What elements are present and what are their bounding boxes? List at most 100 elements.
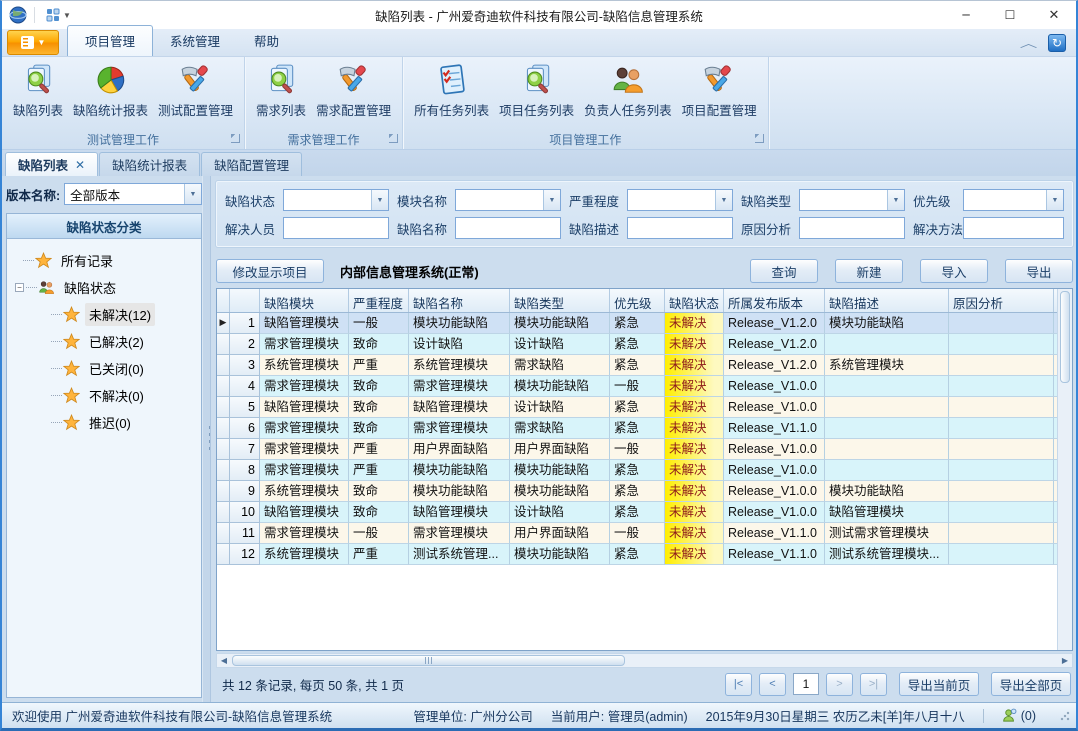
defect-status-cell: 未解决 (665, 439, 724, 460)
table-row[interactable]: 2 需求管理模块 致命 设计缺陷 设计缺陷 紧急 未解决 Release_V1.… (217, 334, 1057, 355)
resolver-filter-input[interactable] (283, 217, 389, 239)
tree-item-defect-status[interactable]: − 缺陷状态 (13, 274, 197, 301)
table-row[interactable]: 4 需求管理模块 致命 需求管理模块 模块功能缺陷 一般 未解决 Release… (217, 376, 1057, 397)
all-tasks-button[interactable]: 所有任务列表 (409, 61, 494, 121)
column-header[interactable]: 严重程度 (349, 289, 409, 312)
tree-item-all-records[interactable]: 所有记录 (13, 247, 197, 274)
row-number: 3 (230, 355, 260, 376)
doc-tab-defect-report[interactable]: 缺陷统计报表 (99, 152, 200, 176)
defect-desc-filter-input[interactable] (627, 217, 733, 239)
column-header[interactable]: 缺陷模块 (260, 289, 349, 312)
project-config-button[interactable]: 项目配置管理 (677, 61, 762, 121)
requirement-list-button[interactable]: 需求列表 (251, 61, 311, 121)
table-header-row: 缺陷模块 严重程度 缺陷名称 缺陷类型 优先级 缺陷状态 所属发布版本 缺陷描述… (217, 289, 1057, 313)
tree-item-resolved[interactable]: 已解决(2) (13, 328, 197, 355)
tree-item-wont-fix[interactable]: 不解决(0) (13, 382, 197, 409)
defect-status-cell: 未解决 (665, 481, 724, 502)
ribbon-tab-help[interactable]: 帮助 (237, 26, 296, 56)
close-button[interactable]: ✕ (1032, 1, 1076, 29)
filter-label: 缺陷描述 (569, 219, 627, 238)
dialog-launcher-icon[interactable] (231, 134, 240, 143)
column-header[interactable]: 所属发布版本 (724, 289, 825, 312)
row-select-marker: ▶ (217, 313, 230, 334)
project-tasks-button[interactable]: 项目任务列表 (494, 61, 579, 121)
collapse-ribbon-chevron-icon[interactable]: ︿ (1020, 35, 1038, 51)
table-row[interactable]: 11 需求管理模块 一般 需求管理模块 用户界面缺陷 一般 未解决 Releas… (217, 523, 1057, 544)
modify-columns-button[interactable]: 修改显示项目 (216, 259, 324, 283)
severity-filter-select[interactable]: ▼ (627, 189, 733, 211)
export-all-pages-button[interactable]: 导出全部页 (991, 672, 1071, 696)
quick-access-toolbar-button[interactable]: ▼ (42, 6, 75, 24)
ribbon-tab-project[interactable]: 项目管理 (67, 25, 153, 56)
chevron-down-icon[interactable]: ▼ (184, 184, 201, 204)
horizontal-scrollbar[interactable]: ◀ ▶ (216, 653, 1073, 668)
close-tab-icon[interactable]: ✕ (75, 158, 85, 172)
table-row[interactable]: 6 需求管理模块 致命 需求管理模块 需求缺陷 紧急 未解决 Release_V… (217, 418, 1057, 439)
prev-page-button[interactable]: < (759, 673, 786, 696)
dialog-launcher-icon[interactable] (389, 134, 398, 143)
column-header[interactable]: 缺陷描述 (825, 289, 949, 312)
sidebar-splitter[interactable] (202, 176, 211, 702)
export-current-page-button[interactable]: 导出当前页 (899, 672, 979, 696)
version-select[interactable]: 全部版本 ▼ (64, 183, 202, 205)
chevron-down-icon[interactable]: ▼ (715, 190, 732, 210)
scroll-left-arrow-icon[interactable]: ◀ (217, 656, 231, 665)
column-header[interactable]: 缺陷类型 (510, 289, 610, 312)
doc-tab-defect-list[interactable]: 缺陷列表 ✕ (5, 152, 98, 176)
column-header[interactable]: 优先级 (610, 289, 665, 312)
tree-item-unresolved[interactable]: 未解决(12) (13, 301, 197, 328)
table-row[interactable]: 3 系统管理模块 严重 系统管理模块 需求缺陷 紧急 未解决 Release_V… (217, 355, 1057, 376)
page-number-input[interactable] (793, 673, 819, 695)
chevron-down-icon[interactable]: ▼ (543, 190, 560, 210)
scrollbar-thumb[interactable] (1060, 291, 1070, 383)
solution-filter-input[interactable] (963, 217, 1064, 239)
table-row[interactable]: 5 缺陷管理模块 致命 缺陷管理模块 设计缺陷 紧急 未解决 Release_V… (217, 397, 1057, 418)
resize-grip[interactable] (1060, 711, 1070, 721)
module-name-filter-select[interactable]: ▼ (455, 189, 561, 211)
export-button[interactable]: 导出 (1005, 259, 1073, 283)
defect-report-button[interactable]: 缺陷统计报表 (68, 61, 153, 121)
vertical-scrollbar[interactable] (1057, 289, 1072, 650)
last-page-button[interactable]: >| (860, 673, 887, 696)
table-row[interactable]: 7 需求管理模块 严重 用户界面缺陷 用户界面缺陷 一般 未解决 Release… (217, 439, 1057, 460)
priority-filter-select[interactable]: ▼ (963, 189, 1064, 211)
scrollbar-thumb[interactable] (232, 655, 625, 666)
next-page-button[interactable]: > (826, 673, 853, 696)
chevron-down-icon[interactable]: ▼ (887, 190, 904, 210)
column-header[interactable]: 缺陷状态 (665, 289, 724, 312)
tree-item-postponed[interactable]: 推迟(0) (13, 409, 197, 436)
minimize-button[interactable]: ─ (944, 1, 988, 29)
doc-tab-defect-config[interactable]: 缺陷配置管理 (201, 152, 302, 176)
table-row[interactable]: 12 系统管理模块 严重 测试系统管理... 模块功能缺陷 紧急 未解决 Rel… (217, 544, 1057, 565)
column-header[interactable]: 缺陷名称 (409, 289, 510, 312)
table-row[interactable]: 9 系统管理模块 致命 模块功能缺陷 模块功能缺陷 紧急 未解决 Release… (217, 481, 1057, 502)
maximize-button[interactable]: ☐ (988, 1, 1032, 29)
dialog-launcher-icon[interactable] (755, 134, 764, 143)
chevron-down-icon[interactable]: ▼ (371, 190, 388, 210)
app-icon (9, 6, 27, 24)
tree-item-closed[interactable]: 已关闭(0) (13, 355, 197, 382)
scroll-right-arrow-icon[interactable]: ▶ (1058, 656, 1072, 665)
messages-indicator[interactable]: (0) (1002, 708, 1036, 723)
table-row[interactable]: ▶ 1 缺陷管理模块 一般 模块功能缺陷 模块功能缺陷 紧急 未解决 Relea… (217, 313, 1057, 334)
help-icon[interactable]: ↻ (1048, 34, 1066, 52)
new-button[interactable]: 新建 (835, 259, 903, 283)
defect-status-filter-select[interactable]: ▼ (283, 189, 389, 211)
chevron-down-icon[interactable]: ▼ (1046, 190, 1063, 210)
requirement-config-button[interactable]: 需求配置管理 (311, 61, 396, 121)
defect-list-button[interactable]: 缺陷列表 (8, 61, 68, 121)
app-menu-button[interactable]: ▼ (7, 30, 59, 55)
first-page-button[interactable]: |< (725, 673, 752, 696)
defect-type-filter-select[interactable]: ▼ (799, 189, 905, 211)
table-row[interactable]: 8 需求管理模块 严重 模块功能缺陷 模块功能缺陷 紧急 未解决 Release… (217, 460, 1057, 481)
query-button[interactable]: 查询 (750, 259, 818, 283)
import-button[interactable]: 导入 (920, 259, 988, 283)
table-row[interactable]: 10 缺陷管理模块 致命 缺陷管理模块 设计缺陷 紧急 未解决 Release_… (217, 502, 1057, 523)
test-config-button[interactable]: 测试配置管理 (153, 61, 238, 121)
ribbon-tab-system[interactable]: 系统管理 (153, 26, 237, 56)
column-header[interactable]: 原因分析 (949, 289, 1054, 312)
owner-tasks-button[interactable]: 负责人任务列表 (579, 61, 677, 121)
defect-name-filter-input[interactable] (455, 217, 561, 239)
collapse-minus-icon[interactable]: − (15, 283, 24, 292)
cause-analysis-filter-input[interactable] (799, 217, 905, 239)
